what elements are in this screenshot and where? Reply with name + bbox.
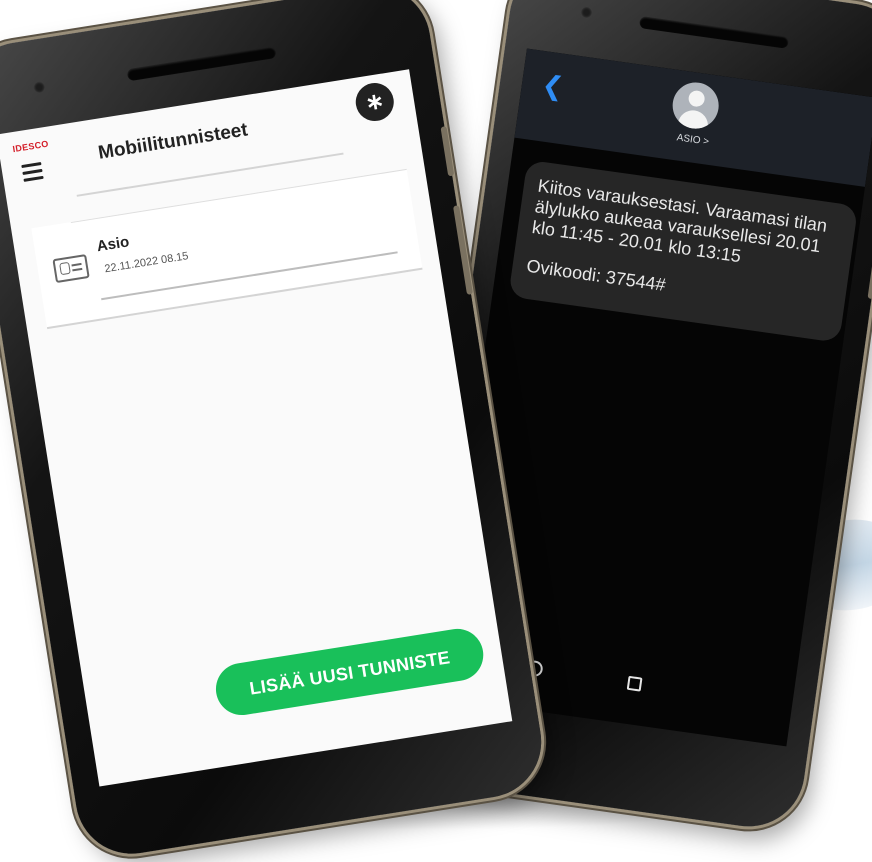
phone-idesco-app: IDESCO Mobiilitunnisteet ∗ Asio 22.11.20… [0,0,550,862]
front-camera [32,80,47,95]
earpiece-speaker [126,45,277,82]
card-top-divider [70,168,407,224]
app-screen: IDESCO Mobiilitunnisteet ∗ Asio 22.11.20… [0,69,513,787]
front-camera [579,5,594,20]
volume-button [452,205,474,295]
credential-date: 22.11.2022 08.15 [103,250,190,276]
page-title: Mobiilitunnisteet [96,119,250,164]
idesco-logo: IDESCO [11,138,50,155]
contact-avatar[interactable] [669,79,722,132]
avatar-body [676,108,710,132]
earpiece-speaker [638,16,790,49]
avatar-head [687,89,706,108]
hamburger-menu-icon[interactable] [21,161,44,186]
power-button [440,126,455,177]
chevron-left-icon[interactable]: ❮ [540,69,566,102]
bluetooth-icon[interactable]: ∗ [353,80,397,124]
add-credential-button[interactable]: LISÄÄ UUSI TUNNISTE [212,625,488,719]
volume-button [867,238,872,300]
sms-message-bubble: Kiitos varauksestasi. Varaamasi tilan äl… [508,159,859,343]
credential-name: Asio [95,233,131,256]
id-card-icon [52,254,90,284]
recent-apps-square-icon[interactable] [626,675,643,692]
